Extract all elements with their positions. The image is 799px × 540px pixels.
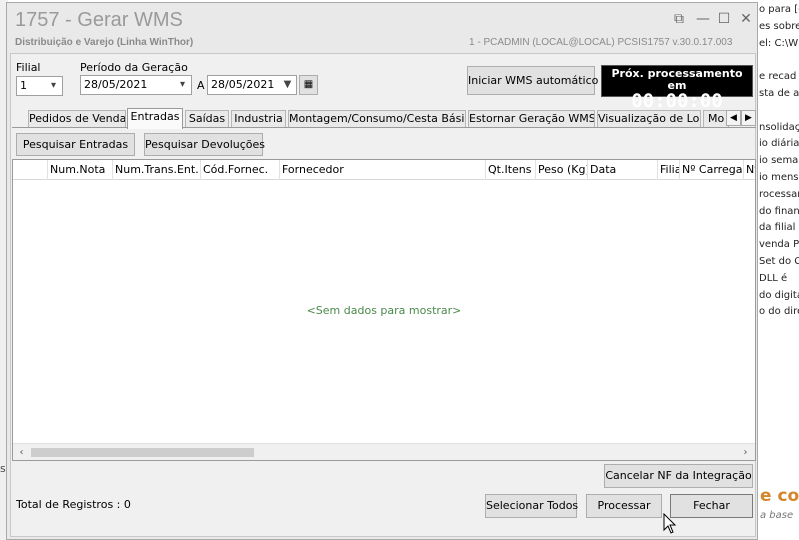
background-text-line: el: C:\W [759,37,799,49]
main-panel: Filial 1 ▾ Período da Geração 28/05/2021… [10,53,756,537]
chevron-down-icon[interactable]: ▾ [45,77,62,95]
column-header-data[interactable]: Data [587,160,657,180]
tab-strip: Pedidos de Venda Entradas Saídas Industr… [14,108,756,129]
date-from-value: 28/05/2021 [84,78,148,91]
background-text-line: o do dire [759,306,799,318]
background-text-line: sta de a [759,88,799,99]
tab-saidas[interactable]: Saídas [185,110,229,128]
date-from-field[interactable]: 28/05/2021 ▾ [80,75,192,95]
fechar-button[interactable]: Fechar [670,494,753,518]
background-text-line: e recad [759,71,797,83]
tab-entradas[interactable]: Entradas [127,108,183,129]
column-header-n-carregamento[interactable]: Nº Carregan [679,160,743,180]
window-subtitle: Distribuição e Varejo (Linha WinThor) [15,37,194,48]
selecionar-todos-button[interactable]: Selecionar Todos [485,494,578,518]
background-text-line: Set do C [759,256,799,267]
date-separator: A [197,79,205,92]
tab-industria[interactable]: Industria [231,110,286,128]
background-text-line: o para [- [759,4,799,15]
scroll-left-icon[interactable]: ‹ [14,445,29,460]
minimize-icon[interactable]: — [695,11,711,27]
background-text-line: da filial d [759,222,799,234]
filial-select[interactable]: 1 ▾ [16,76,63,96]
tab-pedidos-de-venda[interactable]: Pedidos de Venda [28,110,126,128]
tab-scroll-left-icon[interactable]: ◀ [726,110,741,126]
filial-label: Filial [16,61,41,74]
window-title: 1757 - Gerar WMS [15,9,183,31]
column-header-num-nota[interactable]: Num.Nota [47,160,112,180]
column-header-num-trans-ent[interactable]: Num.Trans.Ent. [112,160,200,180]
tab-divider [12,127,756,128]
chevron-down-icon[interactable]: ▾ [174,76,191,94]
column-chooser-icon[interactable] [13,160,47,180]
date-to-value: 28/05/2021 [211,78,275,91]
background-text-line: do digita [759,289,799,301]
session-info: 1 - PCADMIN (LOCAL@LOCAL) PCSIS1757 v.30… [469,37,733,48]
close-icon[interactable]: ✕ [738,11,754,27]
maximize-icon[interactable]: ☐ [716,11,732,27]
title-bar[interactable]: 1757 - Gerar WMS Distribuição e Varejo (… [7,3,757,51]
background-left-text: s [0,462,6,475]
mouse-cursor-icon [663,513,677,534]
column-header-fornecedor[interactable]: Fornecedor [279,160,485,180]
total-registros: Total de Registros : 0 [16,498,131,511]
tab-scroll-right-icon[interactable]: ▶ [741,110,756,126]
timer-label: Próx. processamento em [611,67,743,92]
calendar-icon[interactable]: ▦ [299,75,318,95]
background-right-strip: e co a base o para [- es sobre el: C:\W e r… [757,0,799,540]
background-heading: e co [760,486,799,506]
background-text-line: nsolidaç [759,121,799,133]
background-text-line: rocessar [759,188,799,200]
filial-value: 1 [20,79,27,92]
column-header-n[interactable]: Nº [743,160,755,180]
gerar-wms-window: 1757 - Gerar WMS Distribuição e Varejo (… [6,2,758,540]
background-text-line: io mensa [759,172,799,183]
background-caption: a base [760,510,794,521]
date-to-field[interactable]: 28/05/2021 ▼ [207,75,297,95]
column-header-qt-itens[interactable]: Qt.Itens [485,160,535,180]
background-text-line: DLL é [759,272,788,284]
background-text-line: do financ [759,205,799,217]
scrollbar-thumb[interactable] [31,448,254,457]
column-header-cod-fornec[interactable]: Cód.Fornec. [200,160,279,180]
background-text-line: es sobre [759,20,799,32]
periodo-label: Período da Geração [80,61,188,74]
background-text-line: venda P [759,239,799,251]
scroll-right-icon[interactable]: › [738,445,753,460]
entradas-grid[interactable]: Num.Nota Num.Trans.Ent. Cód.Fornec. Forn… [12,159,756,461]
dropdown-arrow-icon[interactable]: ▼ [279,76,296,94]
background-text-line: io diária [759,138,799,150]
cancelar-nf-integracao-button[interactable]: Cancelar NF da Integração [604,464,753,488]
column-header-peso-kg[interactable]: Peso (Kg) [535,160,587,180]
timer-display: Próx. processamento em 00:00:00 [601,65,753,111]
empty-grid-message: <Sem dados para mostrar> [306,304,462,317]
pesquisar-entradas-button[interactable]: Pesquisar Entradas [16,133,135,156]
pesquisar-devolucoes-button[interactable]: Pesquisar Devoluções [144,133,265,156]
tab-estornar-geracao-wms[interactable]: Estornar Geração WMS [468,110,595,128]
background-text-line: io semar [759,155,799,167]
tab-montagem-consumo[interactable]: Montagem/Consumo/Cesta Básica [288,110,466,128]
column-header-filial[interactable]: Filia [657,160,679,180]
horizontal-scrollbar[interactable]: ‹ › [13,443,755,460]
iniciar-wms-automatico-button[interactable]: Iniciar WMS automático [467,66,598,95]
processar-button[interactable]: Processar [586,494,662,518]
grid-header: Num.Nota Num.Trans.Ent. Cód.Fornec. Forn… [13,160,755,180]
restore-icon[interactable]: ⧉ [671,11,687,27]
tab-visualizacao-de-log[interactable]: Visualização de Log [597,110,701,128]
